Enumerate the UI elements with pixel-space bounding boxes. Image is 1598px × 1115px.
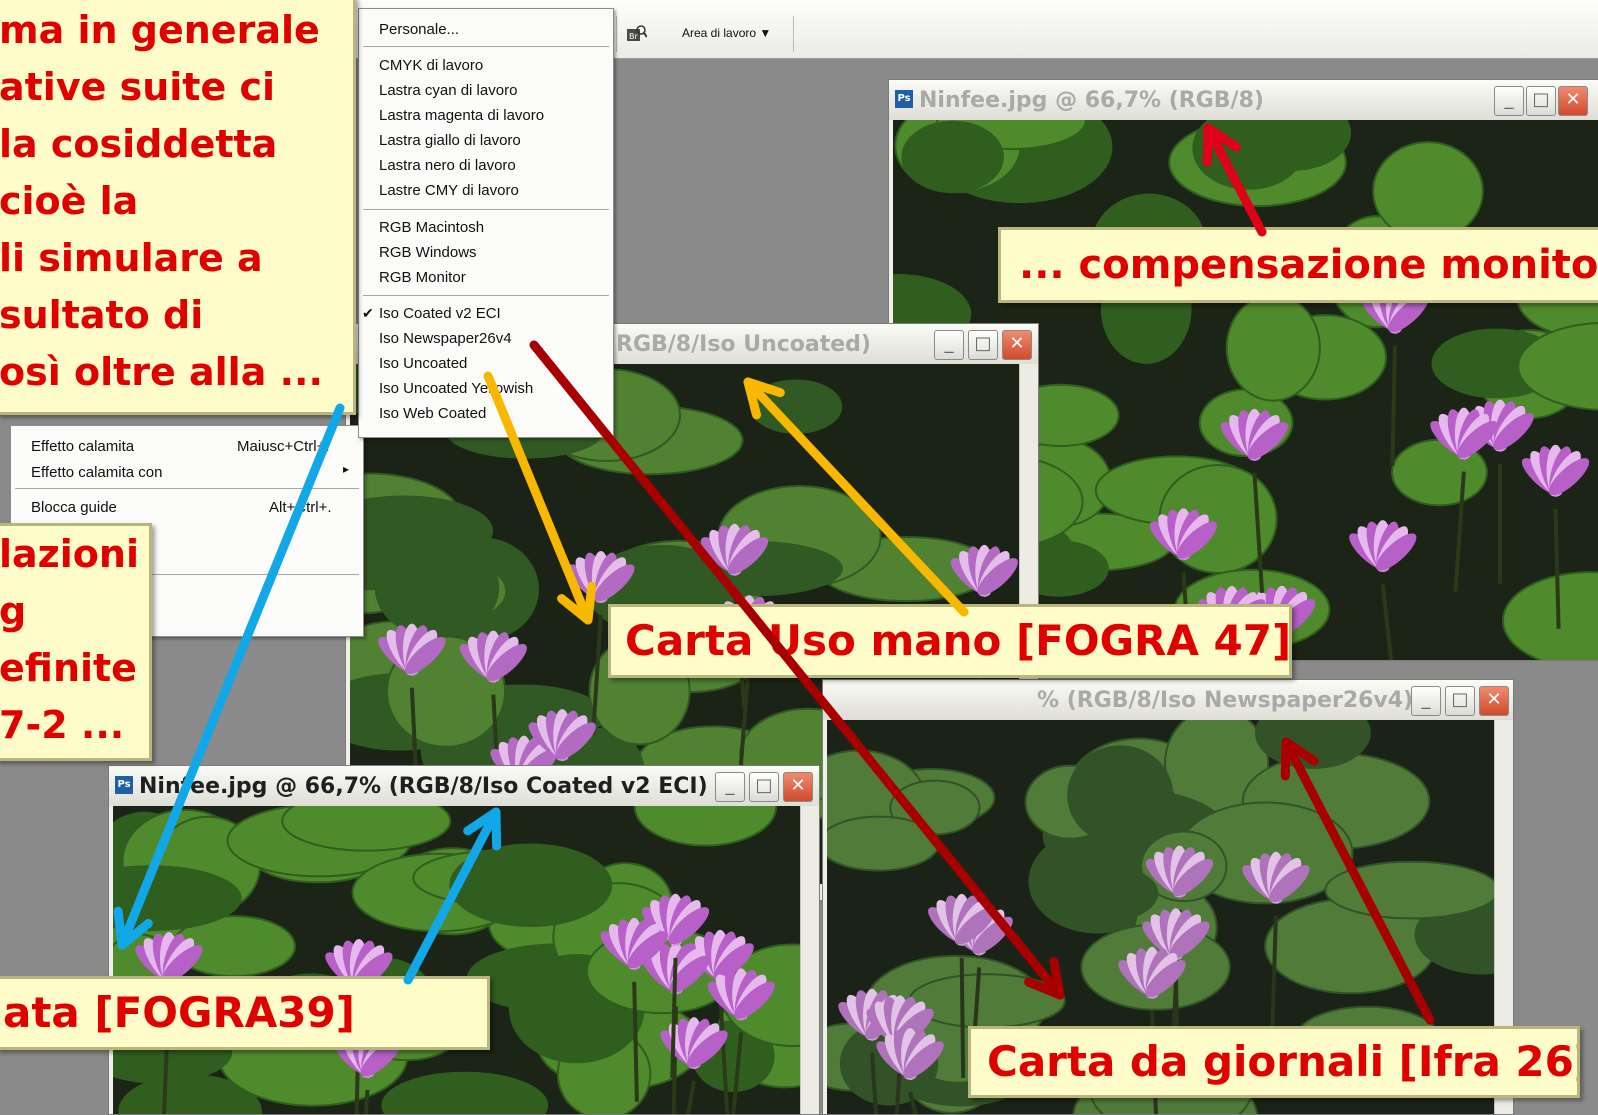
arrowheads xyxy=(118,128,1314,995)
arrow-newspaper xyxy=(534,345,1430,1020)
annotation-arrows xyxy=(0,0,1598,1113)
arrow-coated xyxy=(122,408,496,980)
